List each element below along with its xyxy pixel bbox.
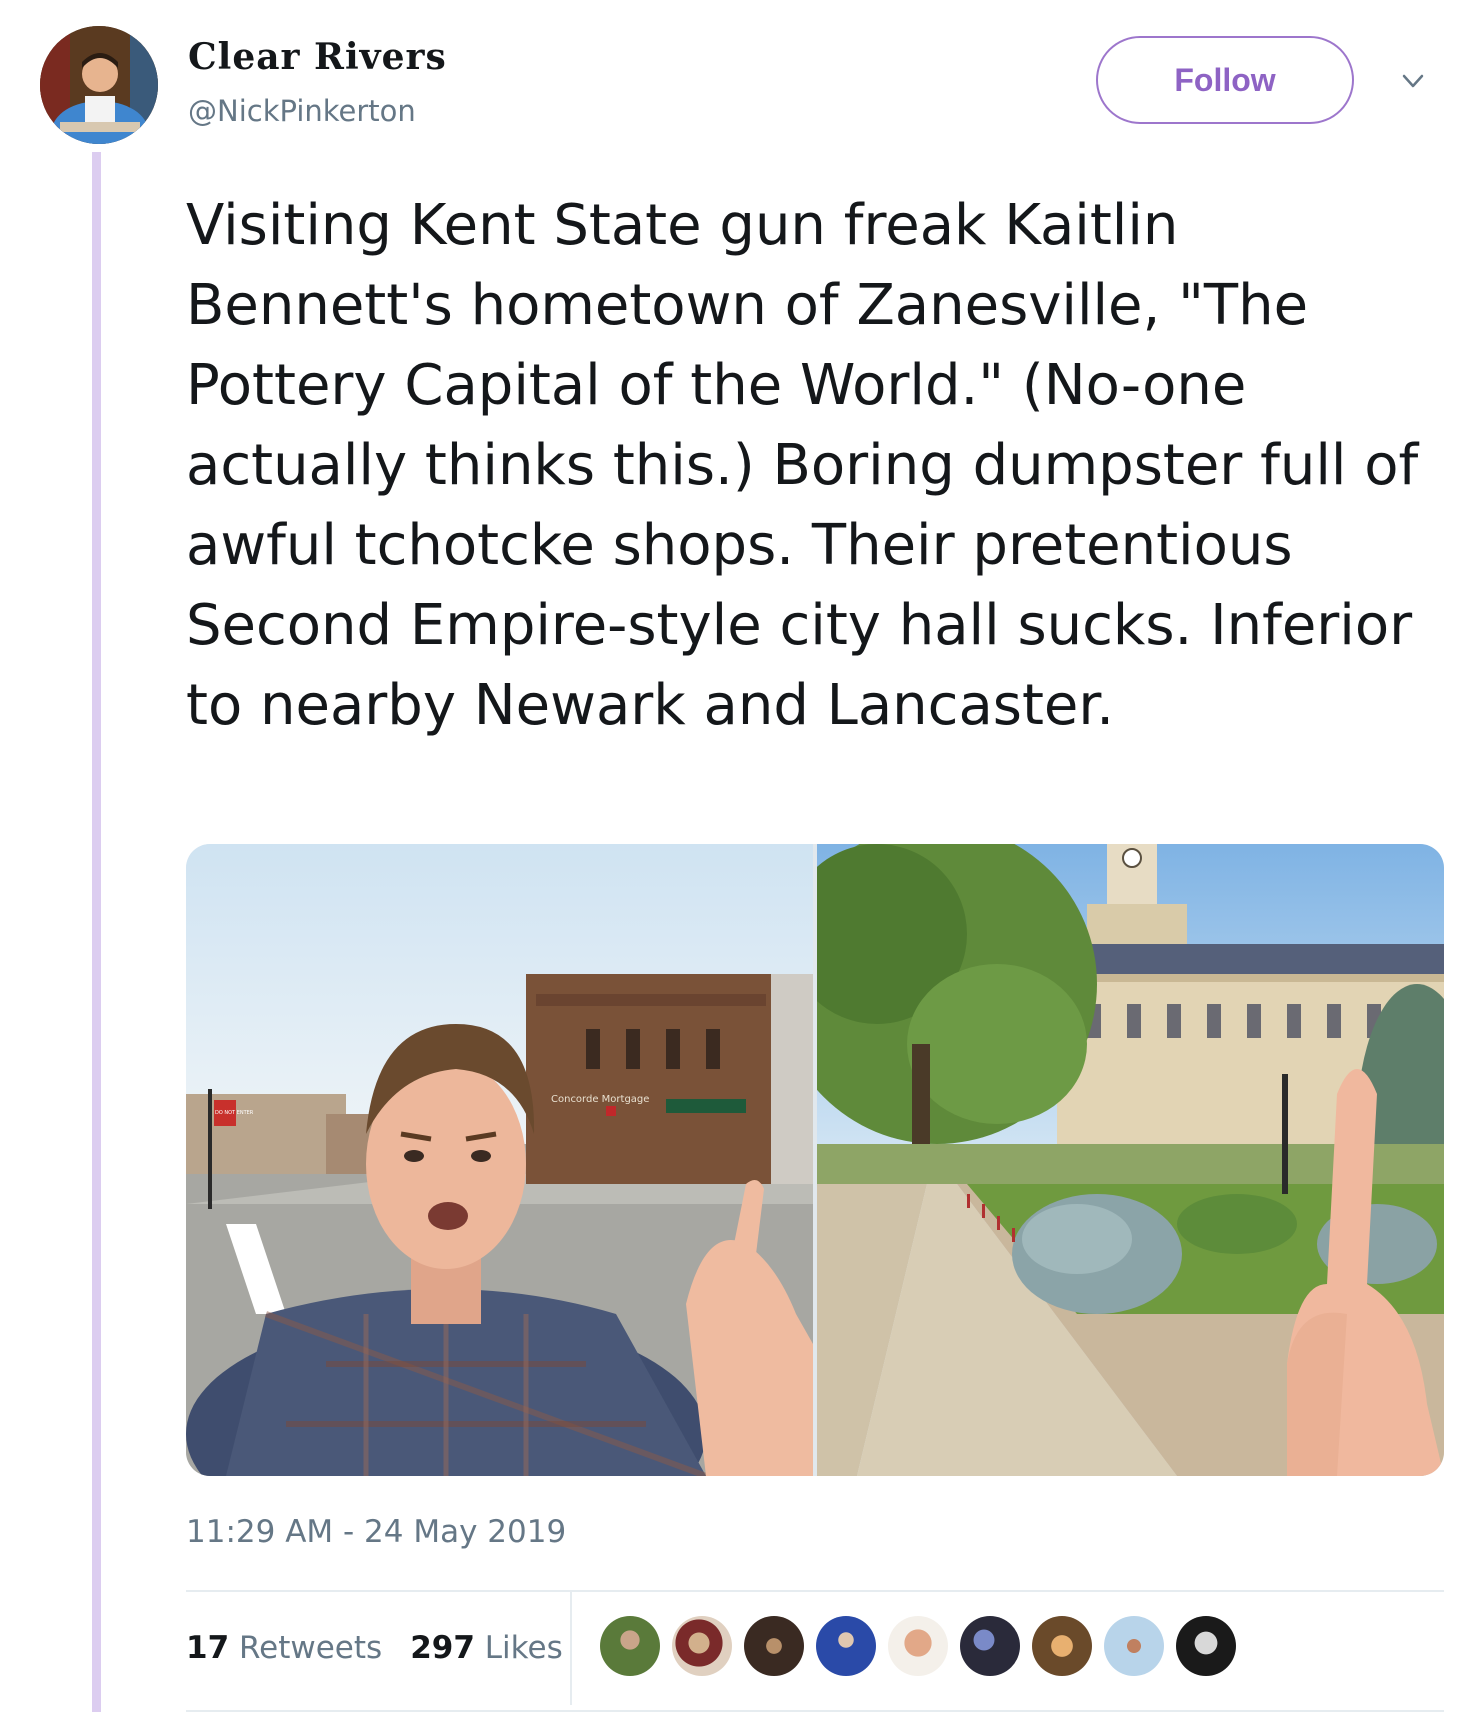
city-hall-image <box>817 844 1444 1476</box>
display-name[interactable]: Clear Rivers <box>188 36 447 78</box>
liker-avatar[interactable] <box>888 1616 948 1676</box>
storefront-sign-text: Concorde Mortgage <box>551 1094 649 1105</box>
stats-top-divider <box>186 1590 1444 1592</box>
media-photo-street-selfie[interactable]: Concorde Mortgage DO NOT ENTER <box>186 844 813 1476</box>
user-avatar[interactable] <box>40 26 158 144</box>
liker-avatar[interactable] <box>960 1616 1020 1676</box>
media-photo-city-hall[interactable] <box>817 844 1444 1476</box>
engagement-stats: 17 Retweets 297 Likes <box>186 1618 591 1678</box>
follow-button[interactable]: Follow <box>1096 36 1354 124</box>
avatar-illustration <box>40 26 158 144</box>
retweets-label: Retweets <box>239 1630 383 1666</box>
liker-avatar[interactable] <box>1104 1616 1164 1676</box>
retweets-stat[interactable]: 17 Retweets <box>186 1630 382 1666</box>
street-selfie-image: Concorde Mortgage DO NOT ENTER <box>186 844 813 1476</box>
retweets-count: 17 <box>186 1630 230 1666</box>
tweet-media[interactable]: Concorde Mortgage DO NOT ENTER <box>186 844 1444 1476</box>
likers-avatars <box>600 1616 1236 1676</box>
thread-line <box>92 152 101 1712</box>
likes-stat[interactable]: 297 Likes <box>410 1630 563 1666</box>
tweet-text: Visiting Kent State gun freak Kaitlin Be… <box>186 193 1419 738</box>
likes-label: Likes <box>484 1630 563 1666</box>
liker-avatar[interactable] <box>1176 1616 1236 1676</box>
liker-avatar[interactable] <box>672 1616 732 1676</box>
likes-count: 297 <box>410 1630 475 1666</box>
user-handle[interactable]: @NickPinkerton <box>188 94 416 128</box>
do-not-enter-sign-text: DO NOT ENTER <box>215 1110 254 1116</box>
chevron-down-icon[interactable] <box>1402 70 1424 92</box>
stats-divider <box>570 1590 572 1705</box>
liker-avatar[interactable] <box>744 1616 804 1676</box>
liker-avatar[interactable] <box>816 1616 876 1676</box>
tweet-timestamp[interactable]: 11:29 AM - 24 May 2019 <box>186 1514 566 1550</box>
liker-avatar[interactable] <box>600 1616 660 1676</box>
liker-avatar[interactable] <box>1032 1616 1092 1676</box>
